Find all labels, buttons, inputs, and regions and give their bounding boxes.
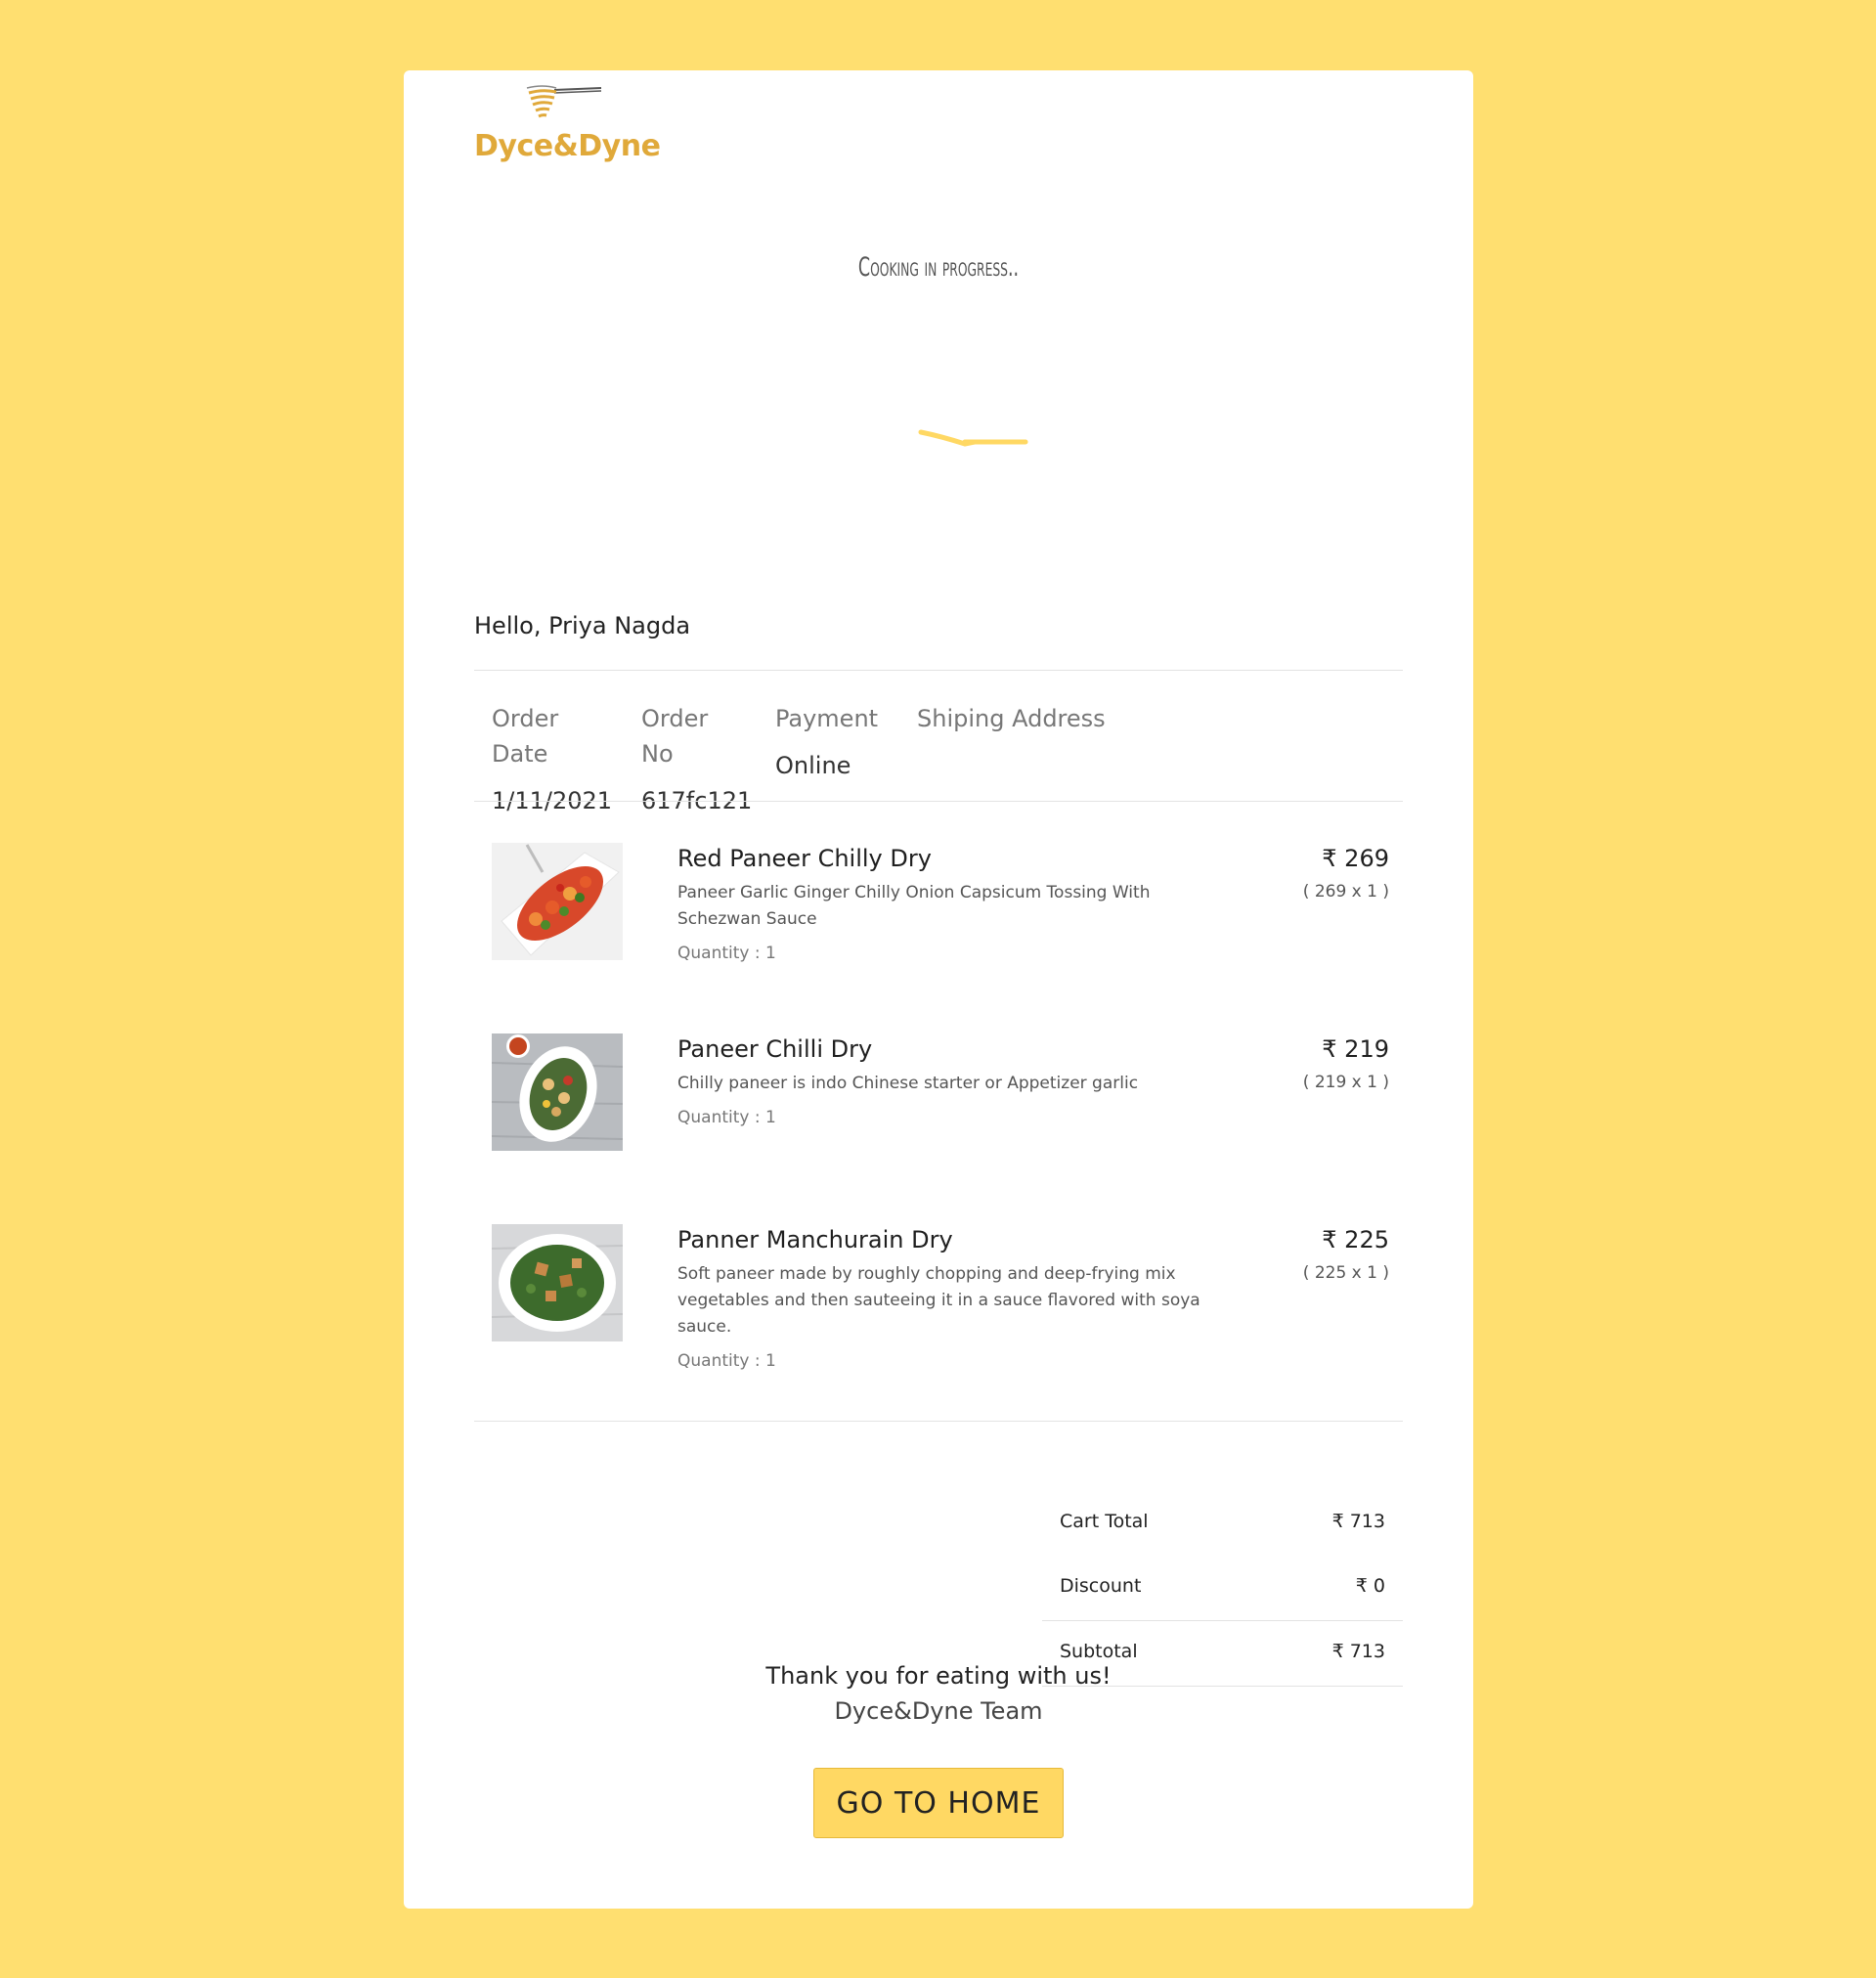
item-price-calculation: ( 225 x 1 ) bbox=[1302, 1263, 1389, 1283]
order-no-label-line2: No bbox=[641, 740, 674, 768]
discount-value: ₹ 0 bbox=[1355, 1575, 1385, 1597]
item-description: Chilly paneer is indo Chinese starter or… bbox=[677, 1074, 1139, 1093]
item-description: Paneer Garlic Ginger Chilly Onion Capsic… bbox=[677, 883, 1151, 929]
order-confirmation-card: Dyce&Dyne Cooking in progress.. Hello, P… bbox=[404, 70, 1473, 1909]
customer-greeting: Hello, Priya Nagda bbox=[474, 612, 691, 639]
divider bbox=[474, 801, 1403, 802]
item-name: Red Paneer Chilly Dry bbox=[677, 845, 932, 872]
payment-value: Online bbox=[775, 752, 851, 779]
item-price: ₹ 225 bbox=[1322, 1226, 1389, 1253]
shipping-address: Shiping Address bbox=[917, 701, 1106, 736]
discount-row: Discount ₹ 0 bbox=[1042, 1556, 1403, 1620]
divider bbox=[474, 670, 1403, 671]
cart-total-label: Cart Total bbox=[1060, 1511, 1149, 1532]
item-quantity: Quantity : 1 bbox=[677, 1351, 776, 1371]
item-price: ₹ 269 bbox=[1322, 845, 1389, 872]
item-name: Panner Manchurain Dry bbox=[677, 1226, 953, 1253]
go-to-home-button[interactable]: GO TO HOME bbox=[813, 1768, 1064, 1838]
thank-you-message: Thank you for eating with us! bbox=[765, 1662, 1112, 1690]
order-date-label-line2: Date bbox=[492, 740, 548, 768]
noodle-fork-icon bbox=[526, 85, 602, 118]
order-totals: Cart Total ₹ 713 Discount ₹ 0 Subtotal ₹… bbox=[1042, 1491, 1403, 1687]
item-image bbox=[492, 1224, 623, 1341]
shipping-address-label: Shiping Address bbox=[917, 705, 1106, 732]
brand-logo[interactable]: Dyce&Dyne bbox=[474, 82, 661, 185]
order-date-label-line1: Order bbox=[492, 705, 559, 732]
subtotal-label: Subtotal bbox=[1060, 1641, 1138, 1662]
item-description: Soft paneer made by roughly chopping and… bbox=[677, 1264, 1200, 1337]
cart-total-value: ₹ 713 bbox=[1331, 1511, 1385, 1532]
item-quantity: Quantity : 1 bbox=[677, 1108, 776, 1127]
item-price-calculation: ( 219 x 1 ) bbox=[1302, 1073, 1389, 1092]
brand-name: Dyce&Dyne bbox=[474, 129, 661, 163]
loading-spinner-icon bbox=[918, 429, 1028, 447]
payment-label: Payment bbox=[775, 705, 879, 732]
item-image bbox=[492, 843, 623, 960]
team-signature: Dyce&Dyne Team bbox=[834, 1697, 1043, 1725]
divider bbox=[474, 1421, 1403, 1422]
discount-label: Discount bbox=[1060, 1575, 1142, 1597]
item-quantity: Quantity : 1 bbox=[677, 944, 776, 963]
item-price: ₹ 219 bbox=[1322, 1035, 1389, 1063]
item-name: Paneer Chilli Dry bbox=[677, 1035, 873, 1063]
order-no-label-line1: Order bbox=[641, 705, 709, 732]
cart-total-row: Cart Total ₹ 713 bbox=[1042, 1491, 1403, 1556]
cooking-status: Cooking in progress.. bbox=[857, 252, 1020, 283]
item-image bbox=[492, 1033, 623, 1151]
payment-method: Payment Online bbox=[775, 701, 878, 783]
item-price-calculation: ( 269 x 1 ) bbox=[1302, 882, 1389, 901]
subtotal-value: ₹ 713 bbox=[1331, 1641, 1385, 1662]
